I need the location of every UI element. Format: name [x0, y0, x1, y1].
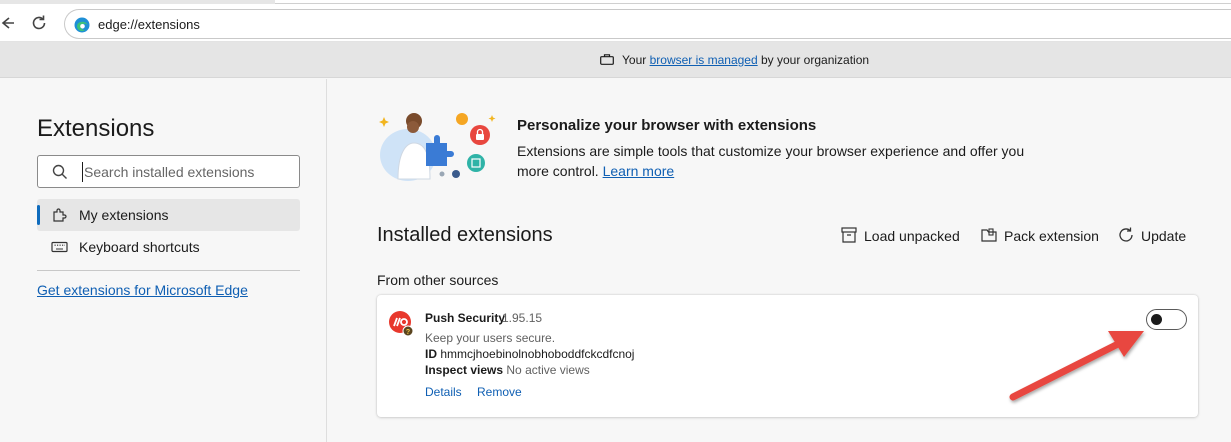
get-extensions-link[interactable]: Get extensions for Microsoft Edge: [37, 282, 248, 298]
details-link[interactable]: Details: [425, 385, 462, 399]
sidebar-item-label: My extensions: [79, 207, 169, 223]
extensions-illustration: [376, 107, 498, 185]
promo-description: Extensions are simple tools that customi…: [517, 141, 1037, 181]
main-content: Personalize your browser with extensions…: [328, 79, 1231, 442]
inspect-views-row: Inspect views No active views: [425, 363, 590, 377]
learn-more-link[interactable]: Learn more: [603, 163, 675, 179]
inspect-views-value: No active views: [506, 363, 590, 377]
managed-banner: Your browser is managed by your organiza…: [0, 42, 1231, 78]
extension-id-value: hmmcjhoebinolnobhoboddfckcdfcnoj: [440, 347, 635, 361]
update-icon: [1119, 227, 1133, 242]
installed-extensions-heading: Installed extensions: [377, 224, 553, 246]
banner-prefix: Your: [622, 53, 647, 67]
load-unpacked-label: Load unpacked: [864, 228, 960, 244]
banner-suffix: by your organization: [761, 53, 870, 67]
puzzle-gear-icon: [51, 207, 68, 223]
from-other-sources-label: From other sources: [377, 272, 499, 288]
sidebar-item-keyboard-shortcuts[interactable]: Keyboard shortcuts: [37, 231, 300, 263]
remove-link[interactable]: Remove: [477, 385, 522, 399]
extension-id-label: ID: [425, 347, 437, 361]
browser-toolbar: edge://extensions: [0, 4, 1231, 42]
pack-extension-icon: [981, 228, 997, 242]
address-text: edge://extensions: [98, 17, 200, 32]
refresh-icon[interactable]: [29, 13, 49, 33]
sidebar-item-label: Keyboard shortcuts: [79, 239, 200, 255]
sidebar-item-my-extensions[interactable]: My extensions: [37, 199, 300, 231]
toggle-knob: [1151, 314, 1162, 325]
promo-description-text: Extensions are simple tools that customi…: [517, 143, 1025, 179]
pack-extension-label: Pack extension: [1004, 228, 1099, 244]
sidebar-title: Extensions: [37, 115, 155, 142]
inspect-views-label: Inspect views: [425, 363, 504, 377]
promo-title: Personalize your browser with extensions: [517, 117, 817, 134]
edge-logo-icon: [74, 17, 90, 33]
sidebar-divider: [37, 270, 300, 271]
sidebar: Extensions My extensions Keyboard shortc…: [0, 79, 327, 442]
update-label: Update: [1141, 228, 1187, 244]
back-arrow-icon[interactable]: [0, 14, 14, 32]
extension-version: 1.95.15: [502, 311, 543, 325]
search-box[interactable]: [37, 155, 300, 188]
load-unpacked-icon: [841, 227, 857, 243]
push-security-logo-icon: ?: [388, 310, 414, 338]
address-bar[interactable]: edge://extensions: [64, 9, 1231, 39]
briefcase-icon: [600, 54, 614, 65]
extension-id-row: ID hmmcjhoebinolnobhoboddfckcdfcnoj: [425, 347, 634, 361]
extension-enable-toggle[interactable]: [1146, 309, 1187, 330]
svg-text:?: ?: [406, 329, 410, 336]
browser-managed-link[interactable]: browser is managed: [650, 53, 758, 67]
extension-card: ? Push Security 1.95.15 Keep your users …: [377, 295, 1198, 417]
extension-name: Push Security: [425, 311, 506, 325]
search-input[interactable]: [82, 162, 292, 182]
keyboard-icon: [51, 239, 68, 255]
extension-description: Keep your users secure.: [425, 331, 556, 345]
search-icon: [52, 164, 68, 180]
